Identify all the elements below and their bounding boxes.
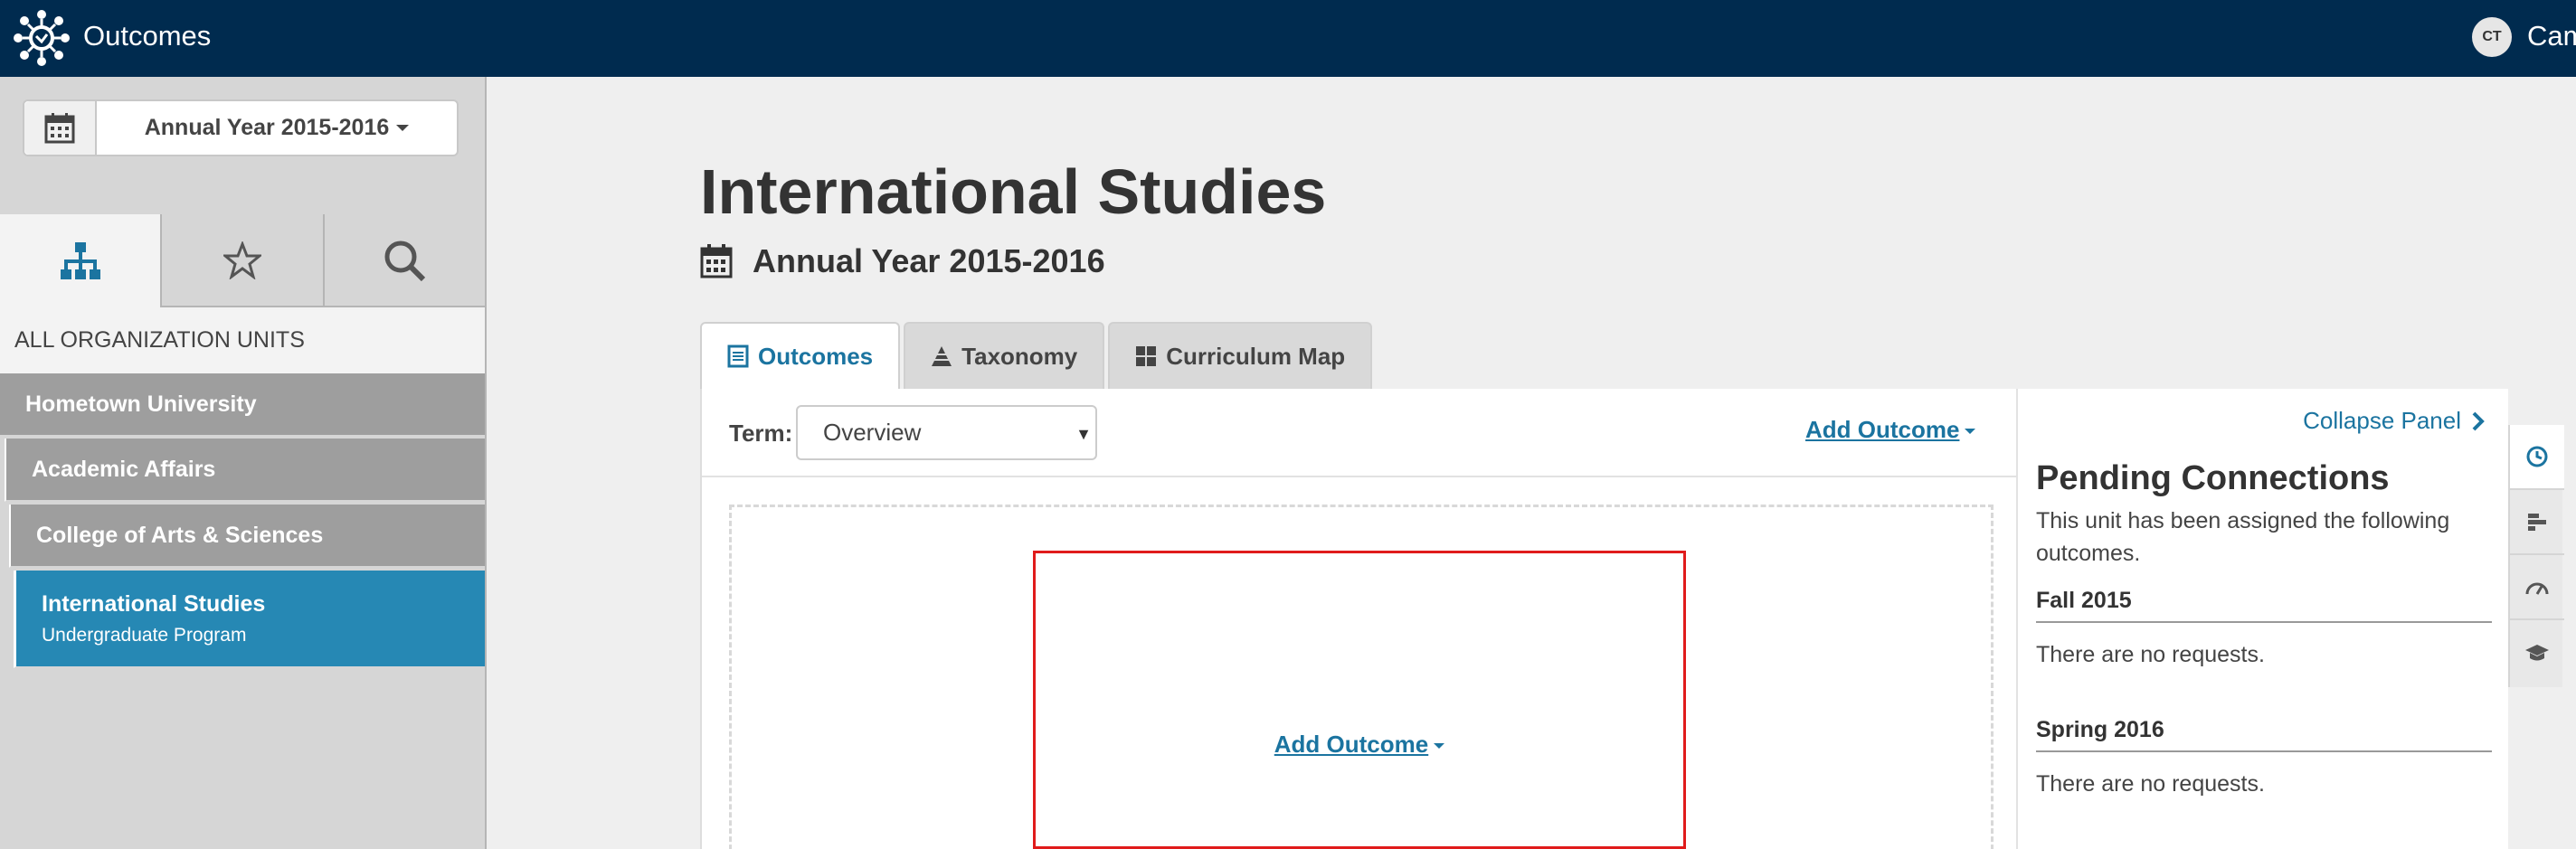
term-heading-fall-2015: Fall 2015 [2036,588,2492,623]
add-outcome-center-link[interactable]: Add Outcome [1036,731,1683,759]
rail-chart-button[interactable] [2510,490,2564,555]
search-icon [384,241,426,281]
rail-gauge-button[interactable] [2510,555,2564,620]
caret-down-icon [396,125,410,131]
bar-chart-icon [2528,514,2546,531]
tab-hierarchy[interactable] [0,214,163,307]
tab-taxonomy[interactable]: Taxonomy [904,322,1105,389]
pending-description: This unit has been assigned the followin… [2036,508,2450,566]
caret-down-icon [1434,743,1445,750]
top-bar: Outcomes CT Cam [0,0,2576,77]
sidebar: Annual Year 2015-2016 ALL ORGANIZATION U… [0,77,487,849]
tab-curriculum-map[interactable]: Curriculum Map [1108,322,1373,389]
avatar[interactable]: CT [2472,17,2512,57]
add-outcome-highlight: Add Outcome [1033,551,1686,849]
graduation-cap-icon [2525,645,2549,661]
all-org-units-label[interactable]: ALL ORGANIZATION UNITS [0,307,485,375]
term-select[interactable]: Overview ▼ [796,405,1097,460]
gauge-icon [2525,582,2549,595]
tree-item-college-arts-sciences[interactable]: College of Arts & Sciences [9,505,485,568]
grid-icon [1136,346,1157,366]
hierarchy-icon [60,241,100,279]
outcomes-logo-icon[interactable] [13,9,71,67]
rail-education-button[interactable] [2510,620,2564,685]
year-selector[interactable]: Annual Year 2015-2016 [23,99,459,156]
page-subtitle: Annual Year 2015-2016 [700,242,1105,280]
app-title[interactable]: Outcomes [83,20,211,52]
panel-icon-rail [2508,425,2564,687]
term-heading-spring-2016: Spring 2016 [2036,717,2492,752]
rail-pending-button[interactable] [2510,425,2564,490]
calendar-icon [24,101,97,155]
tree-item-hometown-university[interactable]: Hometown University [0,373,485,437]
term-row: Term: Overview ▼ Add Outcome [702,389,2018,477]
sidebar-tabs [0,214,485,307]
no-requests-text: There are no requests. [2036,642,2265,667]
year-selector-label[interactable]: Annual Year 2015-2016 [97,101,457,155]
tree-item-international-studies[interactable]: International Studies Undergraduate Prog… [14,571,485,668]
tree-item-academic-affairs[interactable]: Academic Affairs [5,439,485,502]
clock-icon [2526,446,2548,467]
star-icon [223,241,261,279]
no-requests-text: There are no requests. [2036,771,2265,797]
caret-down-icon [1965,429,1976,435]
list-icon [727,344,749,368]
tab-outcomes[interactable]: Outcomes [700,322,901,389]
collapse-panel-link[interactable]: Collapse Panel [2303,407,2486,435]
pending-connections-panel: Collapse Panel Pending Connections This … [2016,389,2508,849]
chevron-right-icon [2472,411,2485,430]
page-title: International Studies [700,156,1327,227]
add-outcome-dropdown[interactable]: Add Outcome [1805,416,1976,444]
user-name[interactable]: Cam [2527,20,2576,52]
tree-item-sublabel: Undergraduate Program [42,624,247,646]
tab-favorites[interactable] [162,214,325,307]
calendar-icon [700,244,733,278]
main-tabs: Outcomes Taxonomy Curriculum Map [700,322,1376,389]
term-label: Term: [729,420,793,447]
tab-search[interactable] [324,214,485,307]
pyramid-icon [932,346,952,366]
pending-title: Pending Connections [2036,459,2390,497]
select-arrow-icon: ▼ [1075,425,1092,443]
